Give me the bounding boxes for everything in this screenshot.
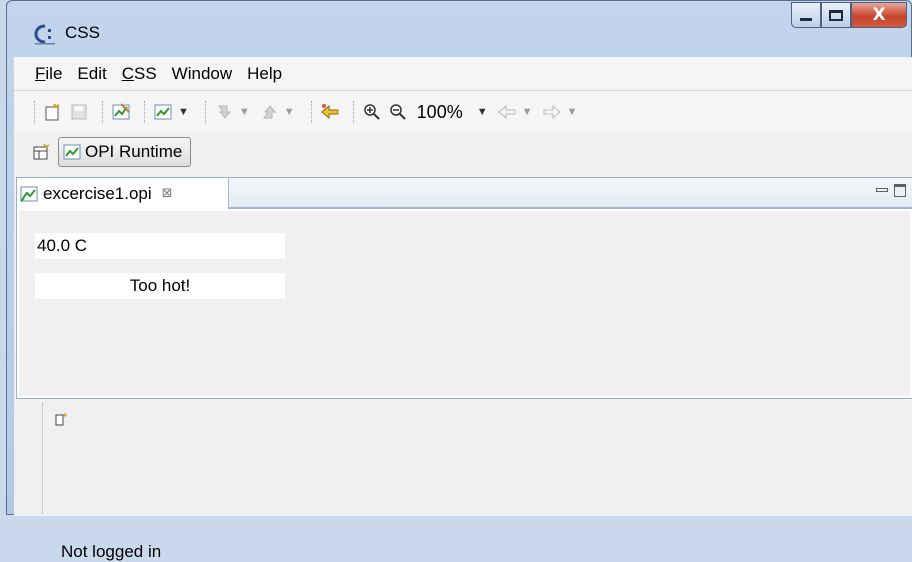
new-file-button[interactable] — [42, 101, 64, 123]
view-controls — [876, 184, 906, 197]
prev-annotation-dropdown-icon[interactable]: ▼ — [284, 106, 295, 118]
main-toolbar: ▼ ▼ ▼ 100% ▼ ▼ ▼ — [14, 92, 912, 132]
app-window: CSS X File Edit CSS Window Help ▼ ▼ ▼ 10… — [6, 0, 912, 561]
toolbar-separator — [310, 101, 313, 123]
edit-opi-button[interactable] — [110, 101, 132, 123]
window-title: CSS — [65, 23, 100, 42]
maximize-icon — [829, 9, 843, 21]
forward-arrow-icon — [543, 104, 561, 120]
run-opi-dropdown-icon[interactable]: ▼ — [178, 106, 189, 118]
fast-view-icon[interactable] — [54, 411, 70, 427]
menu-bar: File Edit CSS Window Help — [14, 57, 912, 91]
text-update-status: Too hot! — [35, 273, 285, 299]
view-minimize-icon[interactable] — [876, 188, 888, 192]
trim-grip — [42, 403, 43, 513]
menu-file[interactable]: File — [35, 64, 62, 84]
status-login: Not logged in — [61, 542, 162, 561]
zoom-in-icon — [363, 104, 380, 120]
tab-label: excercise1.opi — [43, 183, 152, 203]
forward-dropdown-icon[interactable]: ▼ — [567, 106, 578, 118]
minimize-button[interactable] — [791, 2, 821, 28]
last-edit-icon — [320, 104, 339, 120]
perspective-label: OPI Runtime — [85, 142, 183, 161]
zoom-dropdown-icon[interactable]: ▼ — [477, 106, 488, 118]
menu-help[interactable]: Help — [247, 64, 282, 84]
opi-display-canvas: 40.0 C Too hot! — [19, 211, 910, 396]
perspective-bar: OPI Runtime — [14, 134, 912, 170]
editor-tab-strip: excercise1.opi ⊠ — [17, 178, 912, 209]
maximize-button[interactable] — [821, 2, 851, 28]
back-dropdown-icon[interactable]: ▼ — [522, 106, 533, 118]
minimize-icon — [800, 17, 812, 21]
toolbar-separator — [204, 101, 207, 123]
view-maximize-icon[interactable] — [894, 184, 906, 197]
back-button[interactable] — [496, 101, 518, 123]
next-annotation-button[interactable] — [213, 101, 235, 123]
close-icon: X — [872, 5, 886, 25]
next-annotation-dropdown-icon[interactable]: ▼ — [239, 106, 250, 118]
forward-button[interactable] — [541, 101, 563, 123]
zoom-level-combo[interactable]: 100% — [417, 102, 463, 123]
tab-close-icon[interactable]: ⊠ — [162, 186, 173, 201]
save-icon — [71, 104, 87, 120]
bottom-trim: Not logged in — [14, 399, 912, 561]
menu-window[interactable]: Window — [172, 64, 232, 84]
menu-css[interactable]: CSS — [122, 64, 157, 84]
css-app-icon — [34, 24, 55, 45]
close-button[interactable]: X — [851, 2, 907, 28]
toolbar-separator — [352, 101, 355, 123]
opi-runtime-icon — [63, 144, 81, 160]
save-button[interactable] — [68, 101, 90, 123]
prev-annotation-button[interactable] — [258, 101, 280, 123]
run-opi-button[interactable] — [152, 101, 174, 123]
text-update-temperature: 40.0 C — [35, 233, 285, 259]
opi-file-icon — [20, 186, 38, 202]
tab-excercise1-opi[interactable]: excercise1.opi ⊠ — [17, 178, 229, 209]
last-edit-location-button[interactable] — [319, 101, 341, 123]
window-client: File Edit CSS Window Help ▼ ▼ ▼ 100% ▼ ▼… — [14, 57, 912, 561]
toolbar-separator — [144, 101, 146, 123]
zoom-in-button[interactable] — [361, 101, 383, 123]
opi-chart-icon — [154, 104, 172, 120]
next-annotation-icon — [217, 105, 231, 119]
menu-edit[interactable]: Edit — [77, 64, 106, 84]
toolbar-grip — [34, 101, 36, 123]
title-bar[interactable]: CSS X — [7, 1, 911, 57]
perspective-opi-runtime-button[interactable]: OPI Runtime — [58, 137, 192, 167]
chart-edit-icon — [112, 103, 130, 120]
new-file-icon — [45, 103, 60, 121]
zoom-out-icon — [389, 104, 406, 120]
back-arrow-icon — [497, 104, 516, 120]
toolbar-separator — [102, 101, 104, 123]
open-perspective-icon[interactable] — [32, 143, 50, 161]
prev-annotation-icon — [262, 105, 276, 119]
zoom-out-button[interactable] — [387, 101, 409, 123]
window-controls: X — [791, 2, 907, 28]
opi-editor-area: excercise1.opi ⊠ 40.0 C Too hot! — [16, 177, 912, 399]
